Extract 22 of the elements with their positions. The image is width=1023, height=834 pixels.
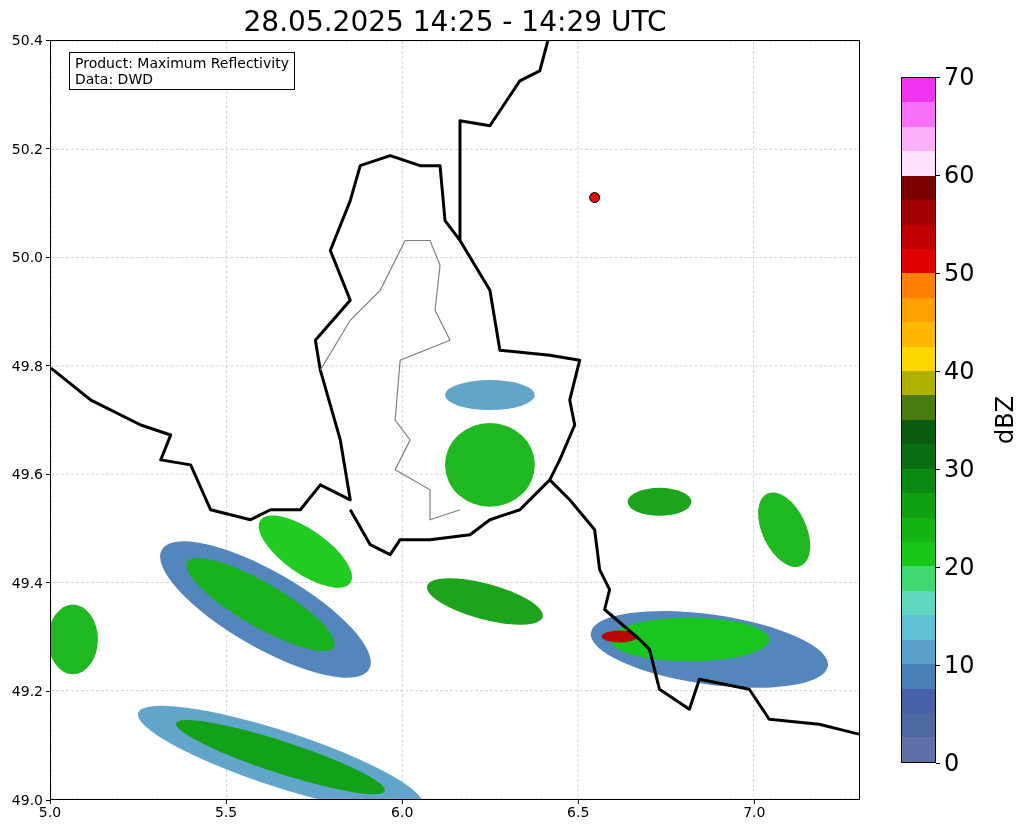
y-tick-label: 49.2 — [11, 683, 43, 700]
colorbar-tick-label: 60 — [944, 161, 975, 189]
y-tick-label: 49.4 — [11, 574, 43, 591]
x-tick-label: 7.0 — [743, 804, 766, 820]
y-tick-label: 49.6 — [11, 466, 43, 483]
colorbar-tick-label: 30 — [944, 455, 975, 483]
colorbar-tick-label: 50 — [944, 259, 975, 287]
colorbar-tick-label: 0 — [944, 749, 960, 777]
legend-text: Product: Maximum Reflectivity — [75, 55, 289, 71]
colorbar-tick-label: 40 — [944, 357, 975, 385]
y-tick-label: 49.8 — [11, 357, 43, 374]
x-tick-label: 6.5 — [567, 804, 590, 820]
colorbar-label: dBZ — [991, 395, 1020, 445]
x-tick-label: 5.5 — [214, 804, 238, 820]
y-tick-label: 50.4 — [11, 32, 43, 48]
colorbar-tick-label: 70 — [944, 63, 975, 91]
legend-text: Data: DWD — [75, 71, 154, 87]
colorbar-tick-label: 10 — [944, 651, 975, 679]
y-tick-label: 50.0 — [11, 249, 43, 266]
y-tick-label: 50.2 — [11, 140, 43, 157]
x-tick-label: 6.0 — [391, 804, 414, 820]
colorbar-tick-label: 20 — [944, 553, 975, 581]
